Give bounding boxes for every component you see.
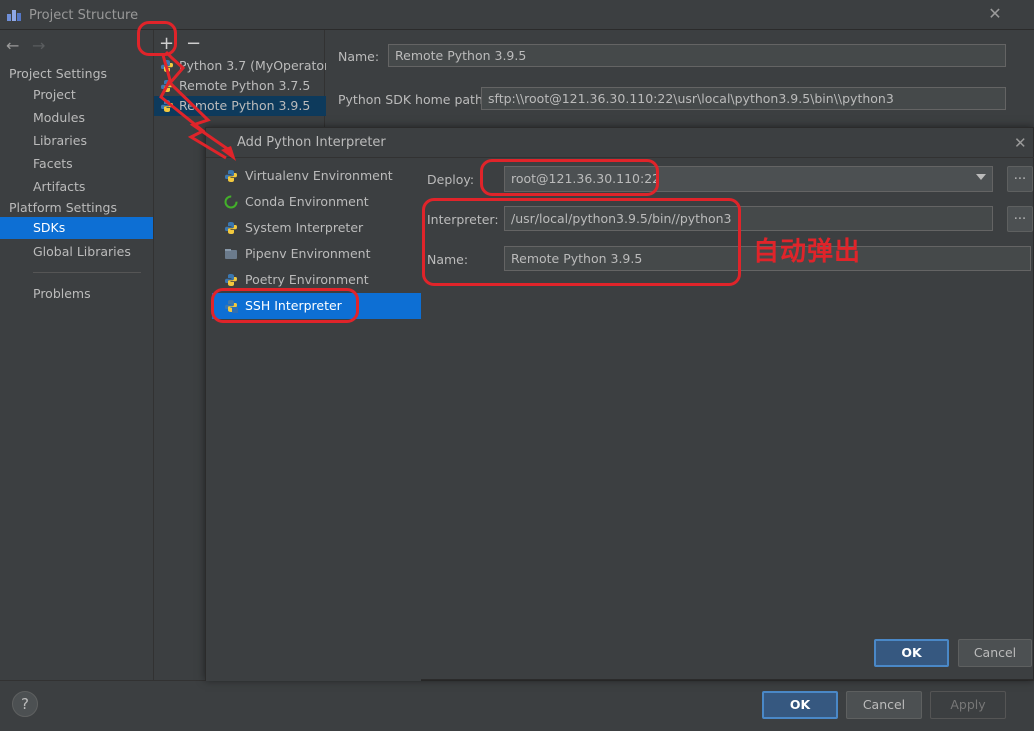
help-icon[interactable]: ?	[12, 691, 38, 717]
sdk-item-label: Remote Python 3.7.5	[179, 78, 311, 93]
dialog-close-icon[interactable]: ✕	[1014, 134, 1027, 152]
window-title: Project Structure	[29, 8, 139, 23]
cancel-button[interactable]: Cancel	[846, 691, 922, 719]
type-item-label: Virtualenv Environment	[245, 168, 393, 183]
nav-item-problems[interactable]: Problems	[0, 283, 153, 305]
nav-item-global-libraries[interactable]: Global Libraries	[0, 241, 153, 263]
remove-sdk-icon[interactable]: −	[186, 33, 201, 54]
nav-item-sdks[interactable]: SDKs	[0, 217, 153, 239]
nav-item-modules[interactable]: Modules	[0, 107, 153, 129]
back-arrow-icon[interactable]: ←	[6, 36, 19, 55]
project-settings-header: Project Settings	[9, 66, 108, 81]
type-item-virtualenv[interactable]: Virtualenv Environment	[212, 163, 421, 189]
nav-item-libraries[interactable]: Libraries	[0, 130, 153, 152]
python-icon	[161, 100, 173, 112]
interpreter-browse-button[interactable]: ...	[1007, 206, 1033, 232]
type-item-label: Pipenv Environment	[245, 246, 371, 261]
forward-arrow-icon[interactable]: →	[32, 36, 45, 55]
footer-bar: ? OK Cancel Apply	[0, 680, 1034, 731]
platform-settings-header: Platform Settings	[9, 200, 117, 215]
sdk-home-path-field[interactable]: sftp:\\root@121.36.30.110:22\usr\local\p…	[481, 87, 1006, 110]
annotation-box-deploy	[480, 159, 659, 196]
sdk-name-field[interactable]: Remote Python 3.9.5	[388, 44, 1006, 67]
pipenv-icon	[225, 249, 237, 259]
annotation-auto-popup-text: 自动弹出	[753, 237, 862, 267]
app-logo-icon	[7, 10, 21, 21]
python-icon	[225, 222, 237, 234]
chevron-down-icon	[976, 174, 986, 180]
type-item-label: Poetry Environment	[245, 272, 369, 287]
deploy-label: Deploy:	[427, 172, 475, 187]
sdk-item-label: Remote Python 3.9.5	[179, 98, 311, 113]
apply-button[interactable]: Apply	[930, 691, 1006, 719]
settings-nav: ← → Project Settings Project Modules Lib…	[0, 30, 153, 680]
nav-item-facets[interactable]: Facets	[0, 153, 153, 175]
type-item-label: System Interpreter	[245, 220, 364, 235]
dialog-ok-button[interactable]: OK	[874, 639, 949, 667]
conda-icon	[224, 195, 238, 209]
annotation-box-ssh	[211, 288, 359, 323]
type-item-system[interactable]: System Interpreter	[212, 215, 421, 241]
dialog-title: Add Python Interpreter	[237, 135, 386, 150]
nav-item-artifacts[interactable]: Artifacts	[0, 176, 153, 198]
sdk-item-remote-375[interactable]: Remote Python 3.7.5	[154, 76, 326, 96]
sdk-home-path-label: Python SDK home path:	[338, 92, 488, 107]
sdk-item-label: Python 3.7 (MyOperator2)	[179, 58, 326, 73]
python-icon	[225, 274, 237, 286]
interpreter-type-list: Virtualenv Environment Conda Environment…	[206, 158, 421, 681]
ok-button[interactable]: OK	[762, 691, 838, 719]
sdk-item-remote-395[interactable]: Remote Python 3.9.5	[154, 96, 326, 116]
python-icon	[225, 170, 237, 182]
type-item-label: Conda Environment	[245, 194, 369, 209]
window-close-icon[interactable]: ✕	[986, 5, 1004, 23]
dialog-cancel-button[interactable]: Cancel	[958, 639, 1032, 667]
type-item-pipenv[interactable]: Pipenv Environment	[212, 241, 421, 267]
python-icon	[161, 80, 173, 92]
sdk-name-label: Name:	[338, 49, 380, 64]
type-item-conda[interactable]: Conda Environment	[212, 189, 421, 215]
python-icon	[161, 60, 173, 72]
nav-divider	[33, 272, 141, 273]
deploy-browse-button[interactable]: ...	[1007, 166, 1033, 192]
sdk-item-python-37[interactable]: Python 3.7 (MyOperator2)	[154, 56, 326, 76]
annotation-box-add-button	[137, 21, 177, 56]
annotation-box-auto-fields	[422, 198, 741, 286]
nav-item-project[interactable]: Project	[0, 84, 153, 106]
